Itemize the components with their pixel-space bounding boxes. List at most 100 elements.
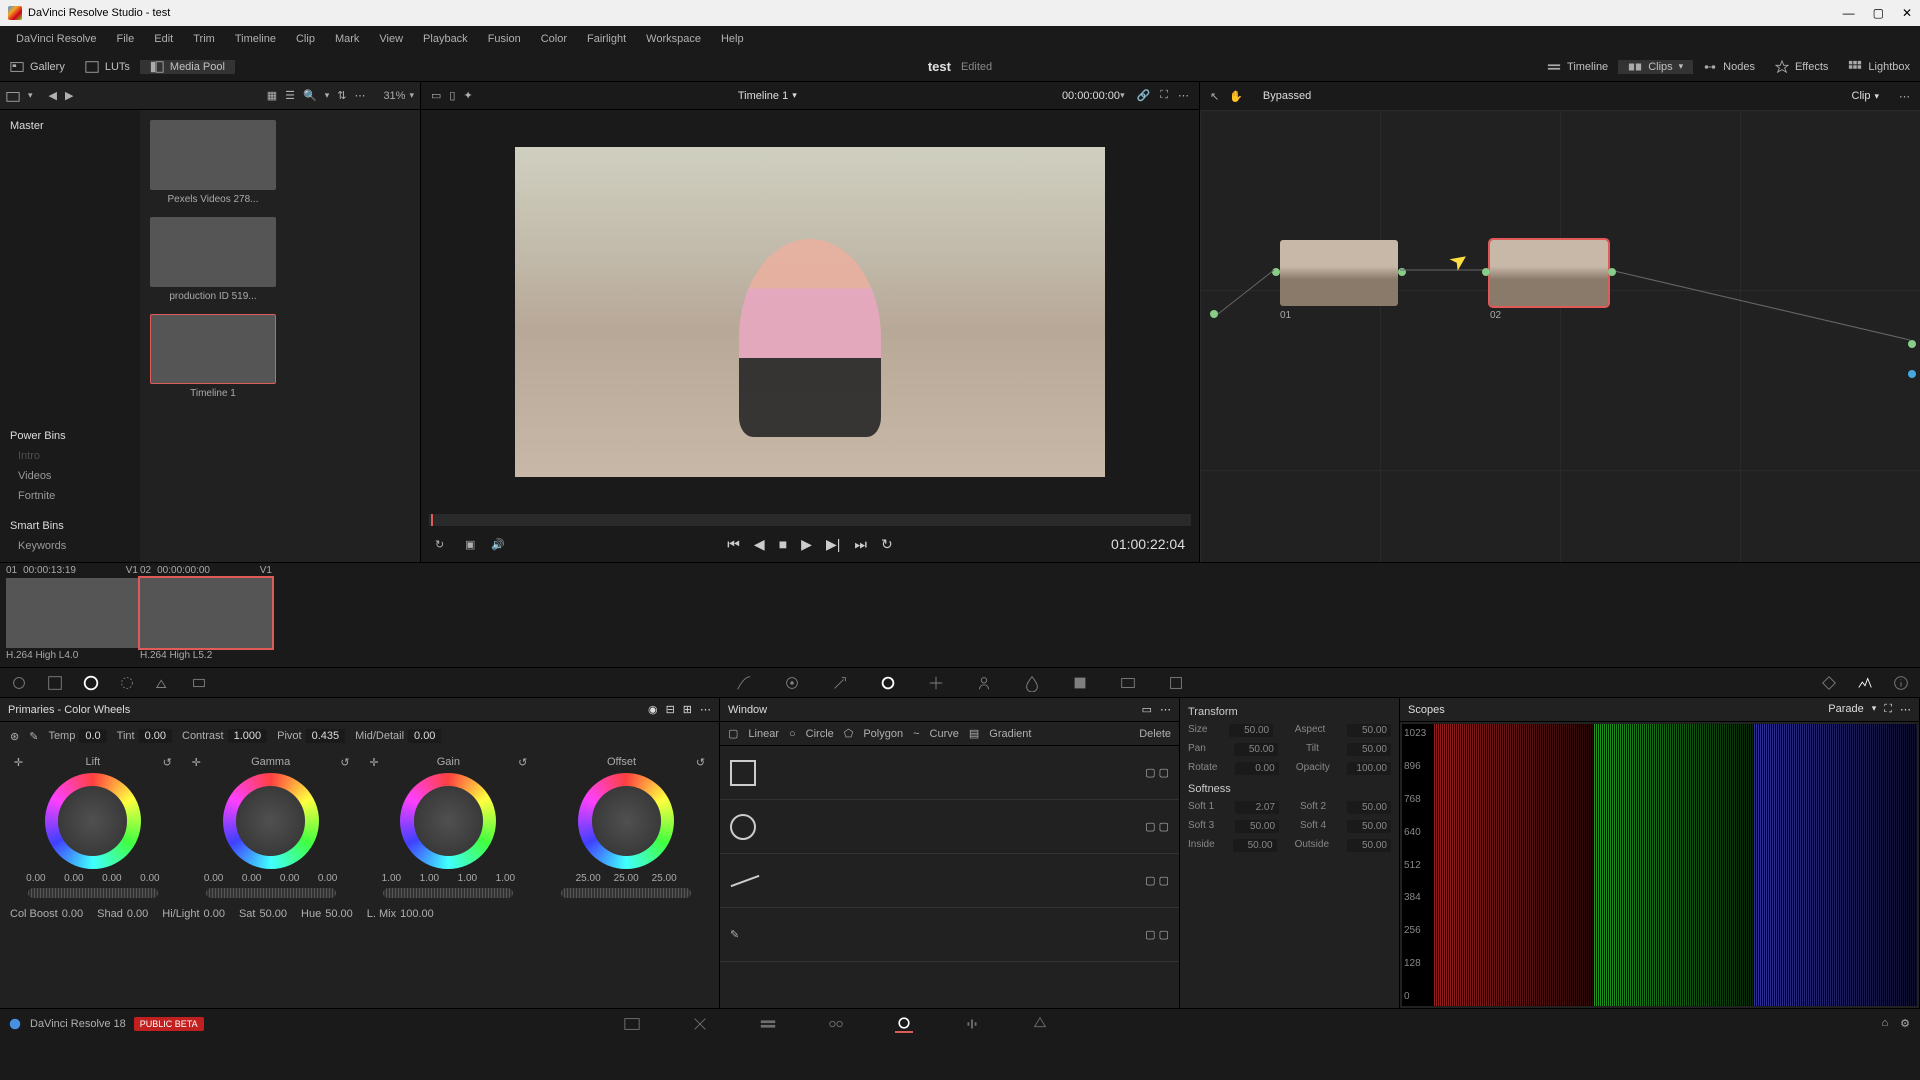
- node-canvas[interactable]: 01 02 ➤: [1200, 110, 1920, 562]
- loop-mode-icon[interactable]: ↻: [435, 538, 444, 551]
- play-button[interactable]: ▶: [801, 536, 812, 553]
- temp-value[interactable]: 0.0: [79, 729, 106, 743]
- soft4-value[interactable]: 50.00: [1347, 820, 1391, 833]
- smart-bins-header[interactable]: Smart Bins: [0, 516, 140, 536]
- lift-master-wheel[interactable]: [28, 888, 158, 898]
- list-view-icon[interactable]: ☰: [285, 89, 295, 102]
- delete-button[interactable]: Delete: [1139, 728, 1171, 740]
- highlight-icon[interactable]: ▯: [449, 89, 455, 102]
- scopes-icon[interactable]: [1856, 674, 1874, 692]
- picker-icon[interactable]: ✎: [29, 730, 38, 743]
- match-frame-icon[interactable]: ▣: [465, 538, 475, 551]
- nodes-toggle[interactable]: Nodes: [1693, 60, 1765, 74]
- scrub-bar[interactable]: [429, 514, 1191, 526]
- menu-help[interactable]: Help: [711, 29, 754, 49]
- bin-icon[interactable]: [6, 89, 20, 103]
- home-icon[interactable]: ⌂: [1881, 1017, 1888, 1030]
- bin-keywords[interactable]: Keywords: [0, 536, 140, 556]
- deliver-page[interactable]: [1031, 1015, 1049, 1033]
- colboost-value[interactable]: 0.00: [62, 908, 83, 920]
- output-node-dot[interactable]: [1908, 340, 1916, 348]
- 3d-icon[interactable]: [1167, 674, 1185, 692]
- edit-page[interactable]: [759, 1015, 777, 1033]
- hdr-icon[interactable]: [118, 674, 136, 692]
- expand-icon[interactable]: ⛶: [1160, 89, 1168, 102]
- cut-page[interactable]: [691, 1015, 709, 1033]
- menu-view[interactable]: View: [369, 29, 413, 49]
- gradient-tool[interactable]: Gradient: [989, 728, 1031, 740]
- menu-trim[interactable]: Trim: [183, 29, 225, 49]
- bin-fortnite[interactable]: Fortnite: [0, 486, 140, 506]
- color-warper-icon[interactable]: [783, 674, 801, 692]
- luts-toggle[interactable]: LUTs: [75, 60, 140, 74]
- rotate-value[interactable]: 0.00: [1235, 762, 1279, 775]
- gamma-wheel[interactable]: [223, 773, 319, 869]
- opacity-value[interactable]: 100.00: [1347, 762, 1391, 775]
- window-row[interactable]: ✎▢ ▢: [720, 908, 1179, 962]
- options-icon[interactable]: ⋯: [1160, 703, 1171, 716]
- soft2-value[interactable]: 50.00: [1347, 801, 1391, 814]
- timeline-name[interactable]: Timeline 1: [738, 90, 788, 102]
- wheel-mode-icon[interactable]: ◉: [648, 703, 658, 716]
- hue-value[interactable]: 50.00: [325, 908, 353, 920]
- master-bin[interactable]: Master: [0, 116, 140, 136]
- next-frame-button[interactable]: ▶|: [826, 536, 840, 553]
- contrast-value[interactable]: 1.000: [228, 729, 268, 743]
- clip-dropdown[interactable]: Clip: [1852, 90, 1871, 102]
- clip-card[interactable]: 0100:00:13:19V1 H.264 High L4.0: [6, 565, 138, 665]
- options-icon[interactable]: ⋯: [354, 89, 365, 102]
- thumb-view-icon[interactable]: ▦: [267, 89, 277, 102]
- settings-icon[interactable]: ⚙: [1900, 1017, 1910, 1030]
- menu-workspace[interactable]: Workspace: [636, 29, 711, 49]
- bin-intro[interactable]: Intro: [0, 446, 140, 466]
- gallery-toggle[interactable]: Gallery: [0, 60, 75, 74]
- curve-tool[interactable]: Curve: [930, 728, 959, 740]
- color-match-icon[interactable]: [46, 674, 64, 692]
- soft3-value[interactable]: 50.00: [1235, 820, 1279, 833]
- info-icon[interactable]: [1892, 674, 1910, 692]
- scope-mode[interactable]: Parade: [1828, 703, 1863, 716]
- zoom-level[interactable]: 31%: [383, 90, 405, 102]
- media-page[interactable]: [623, 1015, 641, 1033]
- menu-fusion[interactable]: Fusion: [478, 29, 531, 49]
- fusion-page[interactable]: [827, 1015, 845, 1033]
- minimize-button[interactable]: —: [1843, 6, 1855, 20]
- gain-master-wheel[interactable]: [383, 888, 513, 898]
- clip-card[interactable]: 0200:00:00:00V1 H.264 High L5.2: [140, 565, 272, 665]
- gamma-master-wheel[interactable]: [206, 888, 336, 898]
- presets-icon[interactable]: ▭: [1142, 703, 1152, 716]
- circle-tool[interactable]: Circle: [806, 728, 834, 740]
- reset-icon[interactable]: ↺: [340, 756, 349, 769]
- keyframes-icon[interactable]: [1820, 674, 1838, 692]
- window-row[interactable]: ▢ ▢: [720, 800, 1179, 854]
- polygon-tool[interactable]: Polygon: [863, 728, 903, 740]
- qualifier-icon[interactable]: [831, 674, 849, 692]
- clip-thumb[interactable]: Pexels Videos 278...: [150, 120, 276, 205]
- loop-button[interactable]: ↻: [881, 536, 893, 553]
- chevron-down-icon[interactable]: ▾: [28, 90, 33, 101]
- bars-mode-icon[interactable]: ⊟: [666, 703, 675, 716]
- first-frame-button[interactable]: ⏮: [727, 536, 740, 553]
- viewer-canvas[interactable]: [421, 110, 1199, 514]
- timeline-thumb[interactable]: Timeline 1: [150, 314, 276, 399]
- expand-icon[interactable]: ⛶: [1884, 703, 1892, 716]
- aspect-value[interactable]: 50.00: [1347, 724, 1391, 737]
- mute-icon[interactable]: 🔊: [491, 538, 505, 551]
- power-bins-header[interactable]: Power Bins: [0, 426, 140, 446]
- node-02[interactable]: 02: [1490, 240, 1608, 321]
- mid-detail-value[interactable]: 0.00: [408, 729, 441, 743]
- lift-picker-icon[interactable]: ✛: [14, 756, 23, 769]
- camera-raw-icon[interactable]: [10, 674, 28, 692]
- options-icon[interactable]: ⋯: [700, 703, 711, 716]
- pivot-value[interactable]: 0.435: [306, 729, 346, 743]
- prev-frame-button[interactable]: ◀: [754, 536, 765, 553]
- menu-davinci[interactable]: DaVinci Resolve: [6, 29, 107, 49]
- menu-edit[interactable]: Edit: [144, 29, 183, 49]
- soft1-value[interactable]: 2.07: [1235, 801, 1279, 814]
- pan-value[interactable]: 50.00: [1234, 743, 1278, 756]
- window-row[interactable]: ▢ ▢: [720, 854, 1179, 908]
- shad-value[interactable]: 0.00: [127, 908, 148, 920]
- hand-icon[interactable]: ✋: [1229, 90, 1243, 103]
- magic-icon[interactable]: ✦: [463, 89, 472, 102]
- log-mode-icon[interactable]: ⊞: [683, 703, 692, 716]
